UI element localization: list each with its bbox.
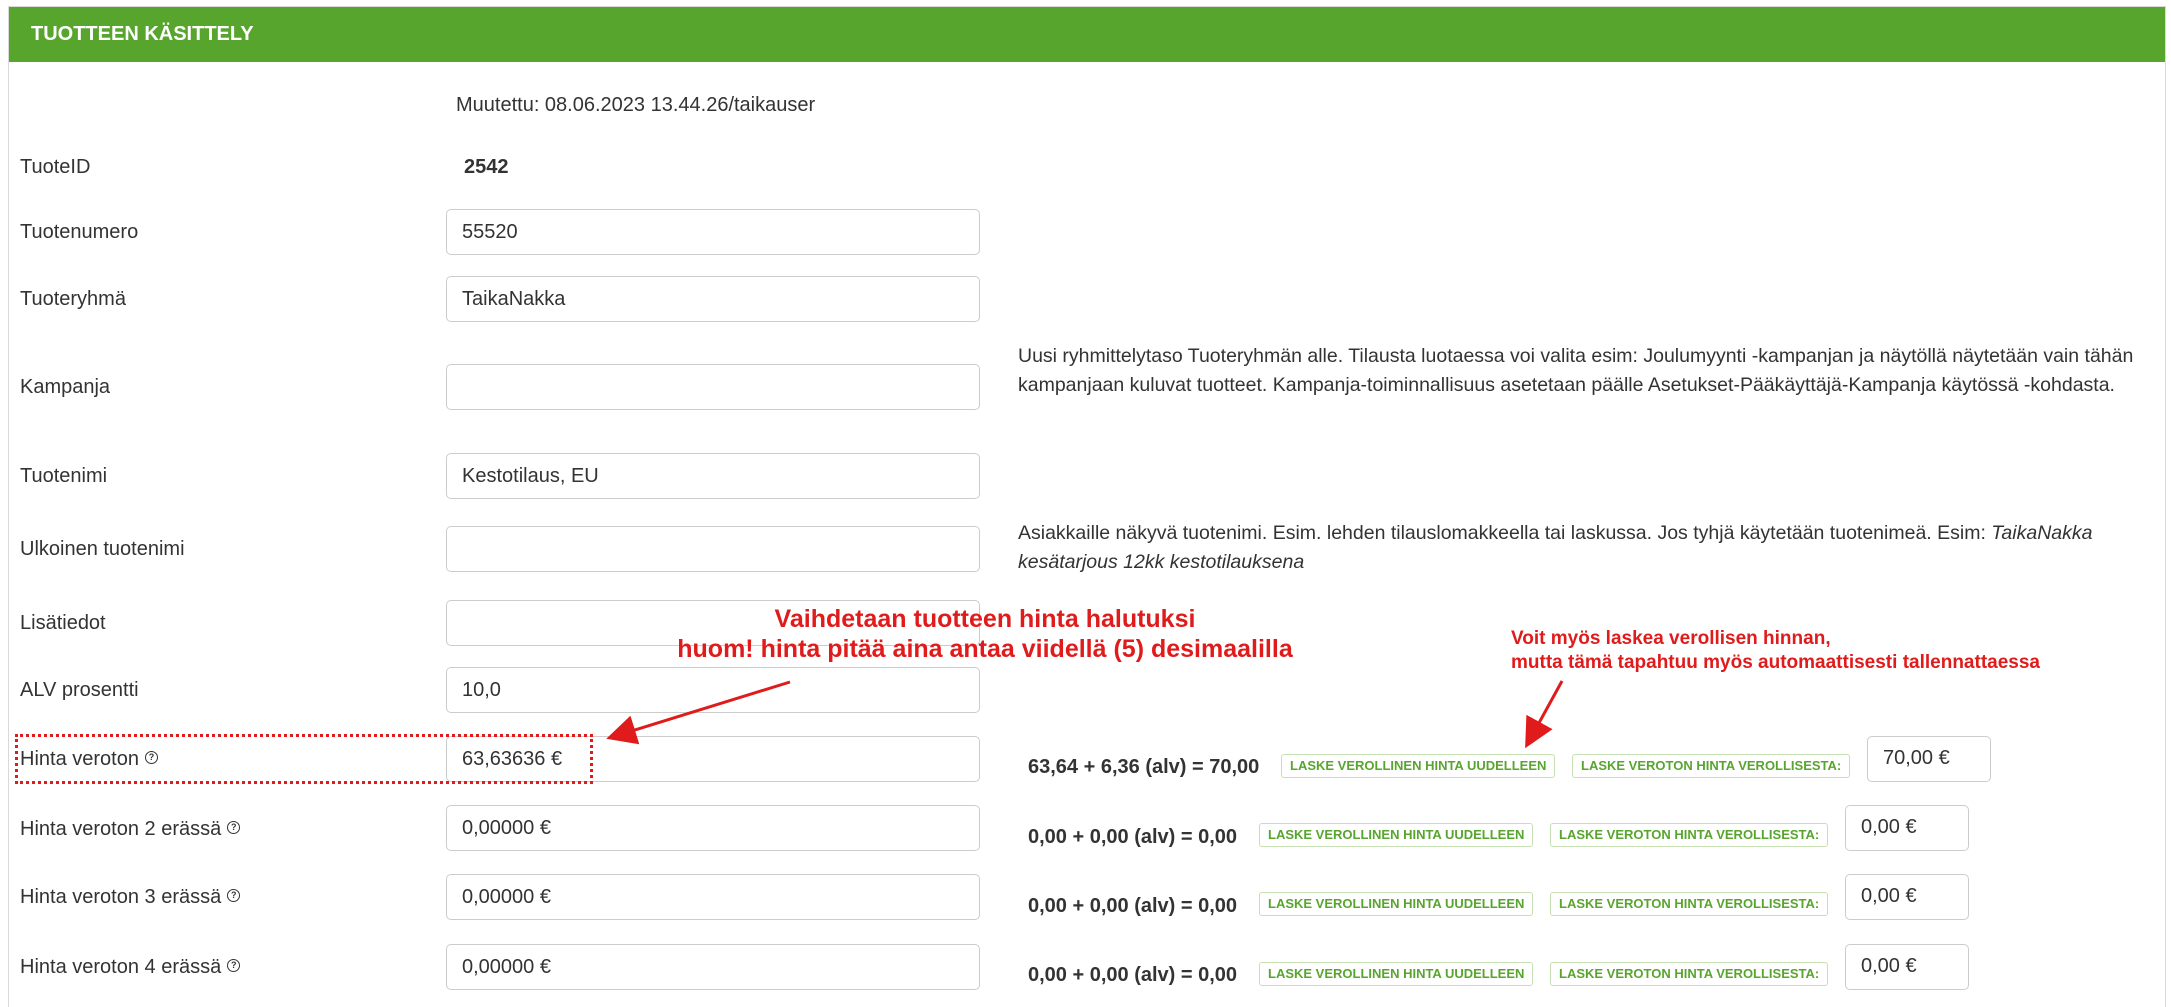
arrow-to-button <box>1525 680 1564 749</box>
arrow-to-price <box>606 680 791 745</box>
annotation-arrows <box>606 680 1564 749</box>
